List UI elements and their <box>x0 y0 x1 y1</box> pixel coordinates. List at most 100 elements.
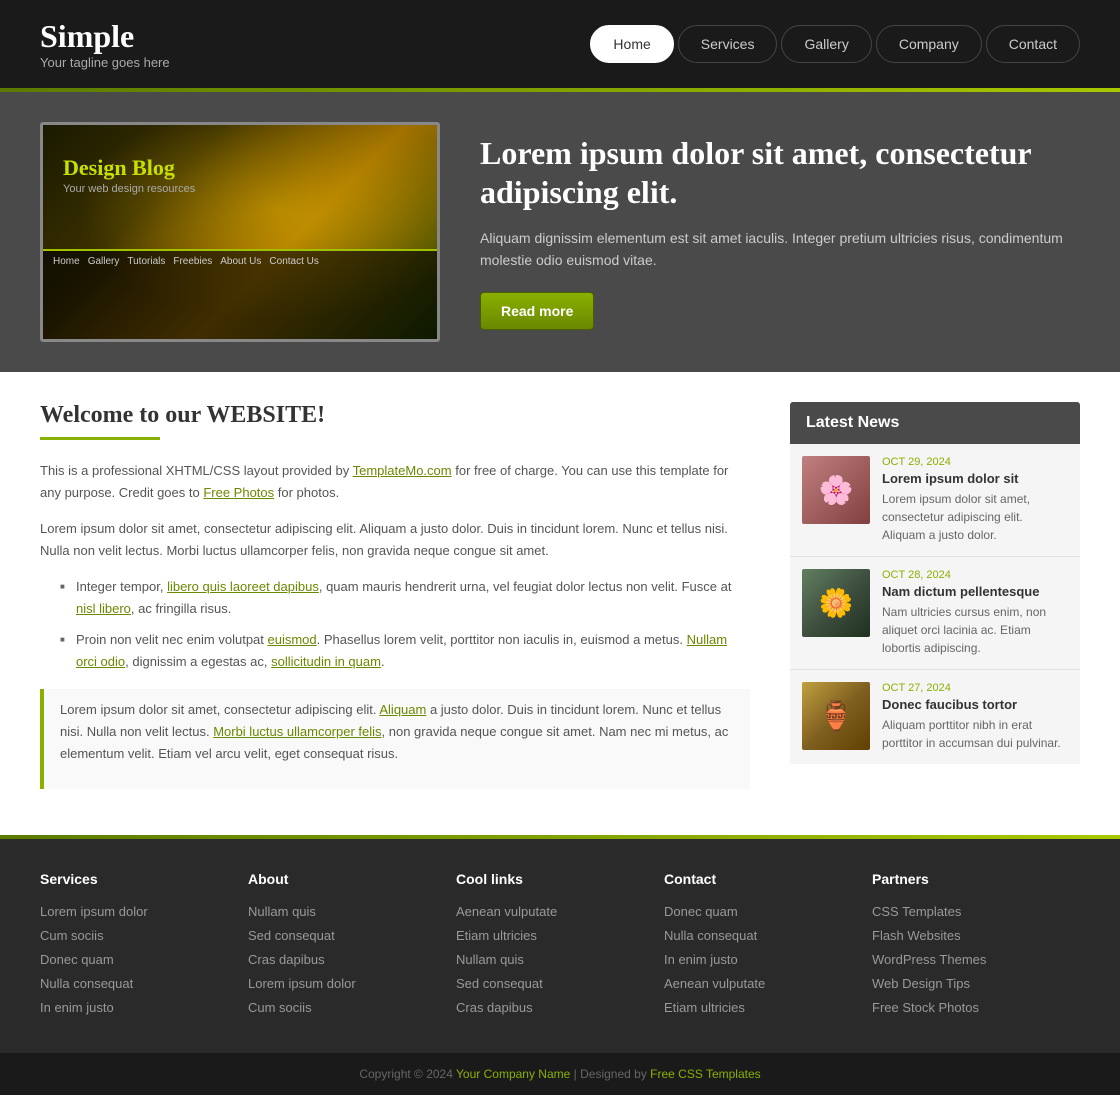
footer-about-heading: About <box>248 871 436 887</box>
footer-about-link-2[interactable]: Sed consequat <box>248 928 335 943</box>
footer-coollinks-link-2[interactable]: Etiam ultricies <box>456 928 537 943</box>
company-name-link[interactable]: Your Company Name <box>456 1067 570 1081</box>
list-link-3[interactable]: euismod <box>268 632 317 647</box>
news-date-1: OCT 29, 2024 <box>882 456 1068 468</box>
news-item-1: OCT 29, 2024 Lorem ipsum dolor sit Lorem… <box>790 444 1080 557</box>
news-title-2[interactable]: Nam dictum pellentesque <box>882 584 1068 599</box>
designed-by-text: | Designed by <box>574 1067 651 1081</box>
footer-contact-link-4[interactable]: Aenean vulputate <box>664 976 765 991</box>
footer: Services Lorem ipsum dolor Cum sociis Do… <box>0 841 1120 1053</box>
hero-image-title: Design Blog <box>63 155 175 181</box>
templatemo-link[interactable]: TemplateMo.com <box>353 463 452 478</box>
footer-partners-heading: Partners <box>872 871 1060 887</box>
list-item-1: Integer tempor, libero quis laoreet dapi… <box>60 576 750 620</box>
footer-about-link-1[interactable]: Nullam quis <box>248 904 316 919</box>
read-more-button[interactable]: Read more <box>480 292 594 330</box>
footer-contact-list: Donec quam Nulla consequat In enim justo… <box>664 903 852 1015</box>
list-link-5[interactable]: sollicitudin in quam <box>271 654 381 669</box>
logo-area: Simple Your tagline goes here <box>40 18 170 70</box>
footer-contact-link-2[interactable]: Nulla consequat <box>664 928 757 943</box>
news-content-2: OCT 28, 2024 Nam dictum pellentesque Nam… <box>882 569 1068 657</box>
news-thumb-1 <box>802 456 870 524</box>
footer-services-link-2[interactable]: Cum sociis <box>40 928 104 943</box>
news-excerpt-1: Lorem ipsum dolor sit amet, consectetur … <box>882 490 1068 544</box>
footer-partners-link-1[interactable]: CSS Templates <box>872 904 961 919</box>
footer-columns: Services Lorem ipsum dolor Cum sociis Do… <box>40 871 1080 1023</box>
hero-image-subtitle: Your web design resources <box>63 183 195 195</box>
footer-partners-link-4[interactable]: Web Design Tips <box>872 976 970 991</box>
main-section: Welcome to our WEBSITE! This is a profes… <box>0 372 1120 835</box>
list-link-4[interactable]: Nullam orci odio <box>76 632 727 669</box>
news-content-1: OCT 29, 2024 Lorem ipsum dolor sit Lorem… <box>882 456 1068 544</box>
nav-gallery[interactable]: Gallery <box>781 25 871 63</box>
footer-col-about: About Nullam quis Sed consequat Cras dap… <box>248 871 456 1023</box>
nav-company[interactable]: Company <box>876 25 982 63</box>
footer-coollinks-link-4[interactable]: Sed consequat <box>456 976 543 991</box>
footer-partners-link-3[interactable]: WordPress Themes <box>872 952 986 967</box>
footer-partners-link-5[interactable]: Free Stock Photos <box>872 1000 979 1015</box>
hero-nav-tutorials[interactable]: Tutorials <box>127 256 165 267</box>
latest-news-heading: Latest News <box>790 402 1080 444</box>
nav-contact[interactable]: Contact <box>986 25 1080 63</box>
footer-bottom: Copyright © 2024 Your Company Name | Des… <box>0 1053 1120 1095</box>
footer-col-partners: Partners CSS Templates Flash Websites Wo… <box>872 871 1080 1023</box>
blockquote-link-1[interactable]: Aliquam <box>379 702 426 717</box>
content-body1: Lorem ipsum dolor sit amet, consectetur … <box>40 518 750 562</box>
footer-about-link-3[interactable]: Cras dapibus <box>248 952 325 967</box>
footer-contact-link-1[interactable]: Donec quam <box>664 904 738 919</box>
footer-coollinks-heading: Cool links <box>456 871 644 887</box>
footer-services-link-5[interactable]: In enim justo <box>40 1000 114 1015</box>
footer-partners-list: CSS Templates Flash Websites WordPress T… <box>872 903 1060 1015</box>
footer-about-link-5[interactable]: Cum sociis <box>248 1000 312 1015</box>
footer-services-heading: Services <box>40 871 228 887</box>
hero-image: Design Blog Your web design resources Ho… <box>40 122 440 342</box>
footer-services-link-3[interactable]: Donec quam <box>40 952 114 967</box>
footer-coollinks-link-5[interactable]: Cras dapibus <box>456 1000 533 1015</box>
news-title-1[interactable]: Lorem ipsum dolor sit <box>882 471 1068 486</box>
list-link-2[interactable]: nisl libero <box>76 601 131 616</box>
footer-col-coollinks: Cool links Aenean vulputate Etiam ultric… <box>456 871 664 1023</box>
news-excerpt-3: Aliquam porttitor nibh in erat porttitor… <box>882 716 1068 752</box>
footer-services-link-1[interactable]: Lorem ipsum dolor <box>40 904 148 919</box>
list-link-1[interactable]: libero quis laoreet dapibus <box>167 579 319 594</box>
hero-image-nav: Home Gallery Tutorials Freebies About Us… <box>43 251 437 272</box>
news-date-2: OCT 28, 2024 <box>882 569 1068 581</box>
news-excerpt-2: Nam ultricies cursus enim, non aliquet o… <box>882 603 1068 657</box>
news-item-3: OCT 27, 2024 Donec faucibus tortor Aliqu… <box>790 670 1080 764</box>
designer-link[interactable]: Free CSS Templates <box>650 1067 761 1081</box>
list-item-2: Proin non velit nec enim volutpat euismo… <box>60 629 750 673</box>
hero-text: Lorem ipsum dolor sit amet, consectetur … <box>480 134 1080 330</box>
footer-partners-link-2[interactable]: Flash Websites <box>872 928 961 943</box>
copyright-text: Copyright © 2024 <box>359 1067 453 1081</box>
news-title-3[interactable]: Donec faucibus tortor <box>882 697 1068 712</box>
footer-coollinks-link-3[interactable]: Nullam quis <box>456 952 524 967</box>
content-heading: Welcome to our WEBSITE! <box>40 402 750 429</box>
hero-nav-home[interactable]: Home <box>53 256 80 267</box>
footer-about-link-4[interactable]: Lorem ipsum dolor <box>248 976 356 991</box>
footer-col-services: Services Lorem ipsum dolor Cum sociis Do… <box>40 871 248 1023</box>
hero-nav-contact[interactable]: Contact Us <box>269 256 318 267</box>
nav-home[interactable]: Home <box>590 25 673 63</box>
news-date-3: OCT 27, 2024 <box>882 682 1068 694</box>
footer-services-list: Lorem ipsum dolor Cum sociis Donec quam … <box>40 903 228 1015</box>
hero-image-bottom: Home Gallery Tutorials Freebies About Us… <box>43 249 437 339</box>
blockquote-link-2[interactable]: Morbi luctus ullamcorper felis <box>213 724 381 739</box>
footer-coollinks-link-1[interactable]: Aenean vulputate <box>456 904 557 919</box>
footer-services-link-4[interactable]: Nulla consequat <box>40 976 133 991</box>
news-content-3: OCT 27, 2024 Donec faucibus tortor Aliqu… <box>882 682 1068 752</box>
freephotos-link[interactable]: Free Photos <box>203 485 274 500</box>
blockquote: Lorem ipsum dolor sit amet, consectetur … <box>40 689 750 789</box>
nav-services[interactable]: Services <box>678 25 778 63</box>
content-intro: This is a professional XHTML/CSS layout … <box>40 460 750 504</box>
news-thumb-2 <box>802 569 870 637</box>
sidebar: Latest News OCT 29, 2024 Lorem ipsum dol… <box>790 402 1080 805</box>
hero-nav-gallery[interactable]: Gallery <box>88 256 120 267</box>
hero-body: Aliquam dignissim elementum est sit amet… <box>480 227 1080 272</box>
hero-nav-about[interactable]: About Us <box>220 256 261 267</box>
news-thumb-3 <box>802 682 870 750</box>
blockquote-text: Lorem ipsum dolor sit amet, consectetur … <box>60 699 734 765</box>
footer-contact-link-5[interactable]: Etiam ultricies <box>664 1000 745 1015</box>
hero-nav-freebies[interactable]: Freebies <box>173 256 212 267</box>
footer-contact-link-3[interactable]: In enim justo <box>664 952 738 967</box>
hero-heading: Lorem ipsum dolor sit amet, consectetur … <box>480 134 1080 211</box>
